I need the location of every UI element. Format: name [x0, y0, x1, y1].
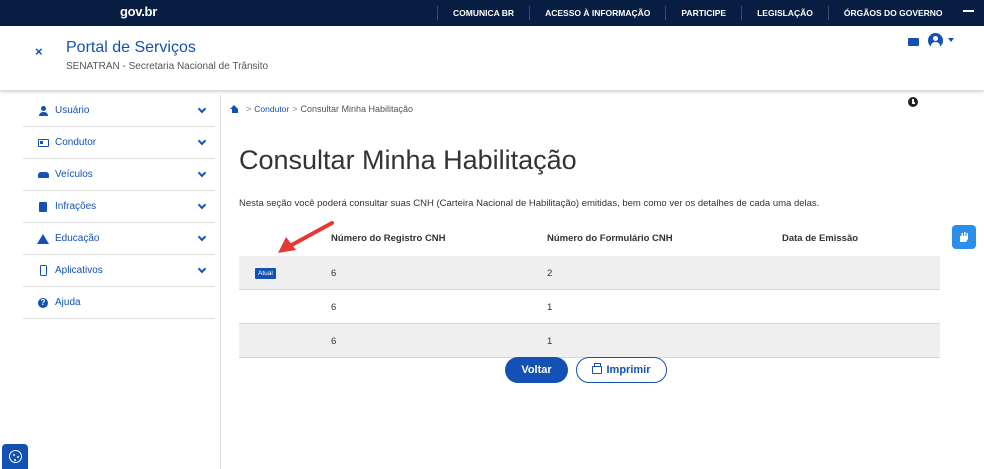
- mail-icon[interactable]: [908, 38, 919, 46]
- breadcrumb-separator: >: [246, 104, 252, 114]
- govbr-topbar: gov.br COMUNICA BR ACESSO À INFORMAÇÃO P…: [0, 0, 984, 26]
- cell-formulario: 2: [547, 268, 553, 279]
- portal-title[interactable]: Portal de Serviços: [66, 39, 196, 57]
- sidebar-item-label: Veículos: [55, 169, 93, 180]
- top-navigation: COMUNICA BR ACESSO À INFORMAÇÃO PARTICIP…: [437, 0, 958, 26]
- chevron-down-icon: [197, 104, 207, 114]
- print-button[interactable]: Imprimir: [576, 357, 667, 383]
- printer-icon: [592, 363, 603, 374]
- sign-language-icon[interactable]: [952, 225, 976, 249]
- sidebar: Usuário Condutor Veículos Infrações Educ…: [0, 95, 221, 469]
- sidebar-item-label: Infrações: [55, 201, 97, 212]
- nav-link-participe[interactable]: PARTICIPE: [665, 6, 741, 20]
- chevron-down-icon: [197, 136, 207, 146]
- sidebar-item-condutor[interactable]: Condutor: [23, 127, 215, 159]
- site-header: × Portal de Serviços SENATRAN - Secretar…: [0, 26, 984, 90]
- sidebar-item-label: Aplicativos: [55, 265, 103, 276]
- user-avatar-icon[interactable]: [928, 33, 943, 48]
- chevron-down-icon: [197, 264, 207, 274]
- breadcrumb-link-condutor[interactable]: Condutor: [254, 104, 289, 114]
- close-icon[interactable]: ×: [35, 44, 43, 59]
- table-header: Número do Registro CNH Número do Formulá…: [239, 222, 940, 256]
- clock-icon[interactable]: [908, 97, 918, 107]
- sidebar-item-infracoes[interactable]: Infrações: [23, 191, 215, 223]
- table-row[interactable]: 6 1: [239, 324, 940, 358]
- nav-link-acesso-informacao[interactable]: ACESSO À INFORMAÇÃO: [529, 6, 665, 20]
- chevron-down-icon: [197, 200, 207, 210]
- cell-formulario: 1: [547, 336, 553, 347]
- sidebar-item-aplicativos[interactable]: Aplicativos: [23, 255, 215, 287]
- car-icon: [37, 169, 49, 180]
- table-row[interactable]: 6 1: [239, 290, 940, 324]
- caret-down-icon[interactable]: [948, 38, 954, 42]
- chevron-down-icon: [197, 232, 207, 242]
- user-icon: [37, 105, 49, 116]
- cell-registro: 6: [331, 268, 337, 279]
- cookie-icon[interactable]: [2, 444, 28, 469]
- sidebar-item-label: Educação: [55, 233, 100, 244]
- sidebar-item-usuario[interactable]: Usuário: [23, 95, 215, 127]
- cnh-table: Número do Registro CNH Número do Formulá…: [239, 222, 940, 358]
- sidebar-item-veiculos[interactable]: Veículos: [23, 159, 215, 191]
- id-card-icon: [37, 137, 49, 148]
- sidebar-item-educacao[interactable]: Educação: [23, 223, 215, 255]
- home-icon[interactable]: [230, 105, 239, 113]
- column-header-registro: Número do Registro CNH: [331, 233, 446, 244]
- back-button[interactable]: Voltar: [505, 357, 568, 383]
- education-icon: [37, 233, 49, 244]
- column-header-formulario: Número do Formulário CNH: [547, 233, 673, 244]
- minus-icon[interactable]: [963, 10, 974, 12]
- chevron-down-icon: [197, 168, 207, 178]
- sidebar-item-label: Ajuda: [55, 297, 81, 308]
- annotation-arrow: [278, 221, 334, 253]
- nav-link-comunica-br[interactable]: COMUNICA BR: [437, 6, 529, 20]
- breadcrumb-current: Consultar Minha Habilitação: [300, 104, 414, 114]
- cell-formulario: 1: [547, 302, 553, 313]
- document-icon: [37, 201, 49, 212]
- sidebar-item-label: Usuário: [55, 105, 90, 116]
- nav-link-legislacao[interactable]: LEGISLAÇÃO: [741, 6, 828, 20]
- nav-link-orgaos-governo[interactable]: ÓRGÃOS DO GOVERNO: [827, 6, 958, 20]
- breadcrumb-separator: >: [292, 104, 298, 114]
- breadcrumb: > Condutor > Consultar Minha Habilitação: [230, 104, 413, 114]
- portal-subtitle: SENATRAN - Secretaria Nacional de Trânsi…: [66, 61, 269, 72]
- govbr-logo[interactable]: gov.br: [120, 4, 157, 19]
- current-badge: Atual: [255, 268, 276, 279]
- table-row[interactable]: Atual 6 2: [239, 256, 940, 290]
- cell-registro: 6: [331, 302, 337, 313]
- sidebar-item-label: Condutor: [55, 137, 97, 148]
- phone-icon: [37, 265, 49, 276]
- sidebar-item-ajuda[interactable]: ? Ajuda: [23, 287, 215, 319]
- cell-registro: 6: [331, 336, 337, 347]
- page-description: Nesta seção você poderá consultar suas C…: [239, 198, 820, 209]
- help-icon: ?: [37, 297, 49, 308]
- print-button-label: Imprimir: [606, 364, 651, 376]
- column-header-emissao: Data de Emissão: [782, 233, 859, 244]
- page-title: Consultar Minha Habilitação: [239, 145, 577, 175]
